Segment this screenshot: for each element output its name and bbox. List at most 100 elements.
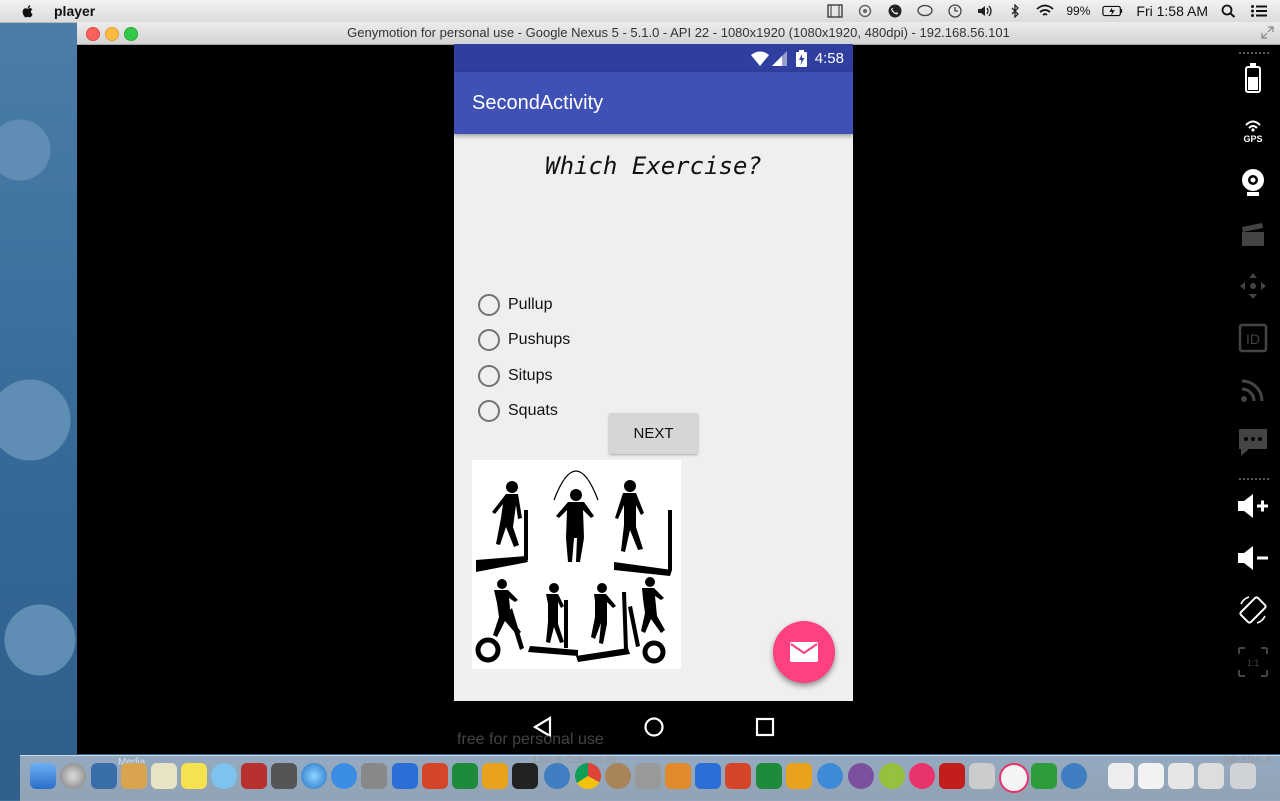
capture-widget[interactable]	[1235, 216, 1271, 252]
window-titlebar[interactable]: Genymotion for personal use - Google Nex…	[77, 22, 1280, 45]
radio-button[interactable]	[478, 365, 500, 387]
flickr-uploader-icon[interactable]	[999, 763, 1029, 793]
preview-icon[interactable]	[151, 763, 177, 789]
webcam-icon	[1242, 169, 1264, 196]
stickies-icon[interactable]	[181, 763, 207, 789]
quicktime-icon[interactable]	[1061, 763, 1087, 789]
next-button[interactable]: NEXT	[609, 413, 698, 454]
messages-icon[interactable]	[211, 763, 237, 789]
nav-home-icon[interactable]	[642, 715, 666, 739]
notification-center-icon[interactable]	[1250, 4, 1268, 18]
battery-icon	[1245, 63, 1261, 93]
exercise-silhouettes-image	[472, 460, 681, 669]
volume-up-button[interactable]	[1235, 488, 1271, 524]
radio-button[interactable]	[478, 294, 500, 316]
excel-icon-2[interactable]	[756, 763, 782, 789]
finder-icon[interactable]	[30, 763, 56, 789]
unknown-app-icon[interactable]	[635, 763, 661, 789]
dpad-widget[interactable]	[1235, 268, 1271, 304]
svg-text:ID: ID	[1246, 331, 1260, 347]
fullscreen-icon[interactable]	[1261, 26, 1274, 39]
rotate-button[interactable]	[1235, 592, 1271, 628]
nav-recents-icon[interactable]	[753, 715, 777, 739]
bluetooth-icon[interactable]	[1006, 4, 1024, 18]
editor-status-text: Line 3, Column 20	[534, 755, 616, 766]
android-studio-icon[interactable]	[879, 763, 905, 789]
viber-icon[interactable]	[886, 4, 904, 18]
sync-icon[interactable]	[856, 4, 874, 18]
radio-option-situps[interactable]: Situps	[478, 364, 552, 388]
radio-option-squats[interactable]: Squats	[478, 399, 558, 423]
trash-icon[interactable]	[1230, 763, 1256, 789]
radio-button[interactable]	[478, 329, 500, 351]
webcam-widget[interactable]	[1235, 164, 1271, 200]
mission-control-icon[interactable]	[91, 763, 117, 789]
terminal-icon[interactable]	[512, 763, 538, 789]
word-icon[interactable]	[392, 763, 418, 789]
battery-charging-icon[interactable]	[1102, 4, 1124, 18]
excel-icon[interactable]	[452, 763, 478, 789]
applications-stack-icon[interactable]	[1168, 763, 1194, 789]
document-stack-icon[interactable]	[1108, 763, 1134, 789]
chrome-icon[interactable]	[575, 763, 601, 789]
cookie-app-icon[interactable]	[605, 763, 631, 789]
battery-widget[interactable]	[1235, 60, 1271, 96]
powerpoint-icon[interactable]	[422, 763, 448, 789]
outlook-icon[interactable]	[482, 763, 508, 789]
radio-option-pullup[interactable]: Pullup	[478, 293, 552, 317]
network-app-icon[interactable]	[817, 763, 843, 789]
device-id-widget[interactable]: ID	[1235, 320, 1271, 356]
menubar-clock[interactable]: Fri 1:58 AM	[1136, 3, 1208, 19]
outlook-icon-2[interactable]	[786, 763, 812, 789]
dpad-icon	[1240, 273, 1266, 299]
app-store-icon[interactable]	[331, 763, 357, 789]
radio-option-pushups[interactable]: Pushups	[478, 328, 570, 352]
folder-stack-icon[interactable]	[1198, 763, 1224, 789]
pixel-perfect-button[interactable]: 1:1	[1235, 644, 1271, 680]
android-status-bar: 4:58	[454, 44, 853, 72]
pixel-perfect-icon: 1:1	[1238, 647, 1268, 677]
photo-booth-icon[interactable]	[241, 763, 267, 789]
radio-label: Squats	[508, 402, 558, 419]
chat-bubble-icon[interactable]	[916, 4, 934, 18]
radio-label: Pullup	[508, 296, 553, 313]
rotate-icon	[1239, 596, 1267, 624]
itunes-icon[interactable]	[301, 763, 327, 789]
radio-button[interactable]	[478, 400, 500, 422]
personal-use-watermark: free for personal use	[457, 731, 604, 748]
system-preferences-icon[interactable]	[361, 763, 387, 789]
wifi-icon[interactable]	[1036, 4, 1054, 18]
film-icon[interactable]	[826, 4, 844, 18]
toolbar-title: SecondActivity	[472, 92, 604, 114]
apple-menu-icon[interactable]	[20, 3, 36, 19]
acrobat-icon[interactable]	[939, 763, 965, 789]
image-capture-icon[interactable]	[969, 763, 995, 789]
volume-icon[interactable]	[976, 4, 994, 18]
volume-down-button[interactable]	[1235, 540, 1271, 576]
downloads-stack-icon[interactable]	[1138, 763, 1164, 789]
flickr-icon[interactable]	[909, 763, 935, 789]
viber-dock-icon[interactable]	[848, 763, 874, 789]
contacts-icon[interactable]	[121, 763, 147, 789]
time-machine-icon[interactable]	[946, 4, 964, 18]
genymotion-icon[interactable]	[544, 763, 570, 789]
active-app-name[interactable]: player	[54, 3, 95, 19]
network-icon	[1241, 379, 1264, 402]
word-icon-2[interactable]	[695, 763, 721, 789]
sublime-text-icon[interactable]	[665, 763, 691, 789]
launchpad-icon[interactable]	[60, 763, 86, 789]
sms-widget[interactable]	[1235, 424, 1271, 460]
battery-percent: 99%	[1066, 4, 1091, 18]
email-fab-button[interactable]	[773, 621, 835, 683]
spotlight-search-icon[interactable]	[1220, 4, 1238, 18]
facetime-icon[interactable]	[271, 763, 297, 789]
status-battery-icon	[796, 50, 807, 67]
network-widget[interactable]	[1235, 372, 1271, 408]
powerpoint-icon-2[interactable]	[725, 763, 751, 789]
camtasia-icon[interactable]	[1031, 763, 1057, 789]
status-time: 4:58	[814, 50, 844, 67]
android-screen: 4:58 SecondActivity Which Exercise? Pull…	[454, 44, 853, 701]
gps-widget[interactable]: GPS	[1235, 112, 1271, 148]
window-title: Genymotion for personal use - Google Nex…	[347, 25, 1010, 40]
toolbar-separator	[1239, 478, 1269, 480]
